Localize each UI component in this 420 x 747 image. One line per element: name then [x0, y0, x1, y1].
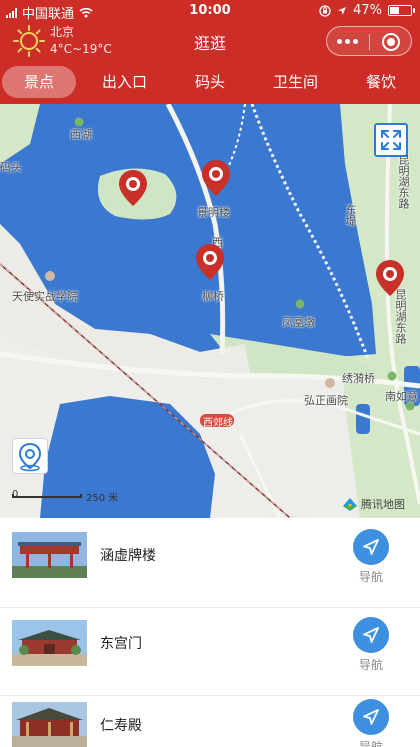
navigation-arrow-icon: [363, 539, 379, 555]
battery-percent: 47%: [353, 3, 382, 18]
map-label-hongzheng: 弘正画院: [304, 394, 348, 407]
navigate-label[interactable]: 导航: [351, 738, 391, 747]
map-label-liuqiao: 柳桥: [202, 290, 224, 303]
scale-bar: [12, 494, 82, 498]
navigation-arrow-icon: [363, 627, 379, 643]
tab-canyin[interactable]: 餐饮: [344, 66, 418, 98]
list-item[interactable]: 东宫门 导航: [0, 606, 420, 696]
list-item[interactable]: 仁寿殿 导航: [0, 688, 420, 747]
map-label-jingminglou: 景明楼: [197, 206, 230, 219]
map-label-matou: 码头: [0, 161, 22, 174]
capsule-divider: [369, 34, 370, 50]
status-right: 47%: [319, 3, 415, 18]
navigate-button[interactable]: [353, 617, 389, 653]
close-ring-icon[interactable]: [382, 33, 400, 51]
map-label-xijiaoxian: 西郊线: [203, 418, 233, 429]
navigate-label[interactable]: 导航: [351, 568, 391, 585]
locate-icon[interactable]: [12, 438, 48, 474]
spot-list: 涵虚牌楼 导航 东宫门 导航 仁寿殿 导航: [0, 518, 420, 747]
map-marker-2[interactable]: [202, 160, 230, 196]
scale-value: 250 米: [86, 493, 119, 504]
map-label-kunming-road-2: 昆明湖东路: [394, 289, 407, 344]
map-provider-name: 腾讯地图: [361, 498, 405, 511]
status-bar: 中国联通 10:00 47%: [0, 0, 420, 22]
map-label-xiuyiqiao: 绣漪桥: [342, 372, 375, 385]
spot-name: 涵虚牌楼: [100, 548, 156, 564]
map-marker-1[interactable]: [119, 170, 147, 206]
spot-name: 仁寿殿: [100, 718, 142, 734]
spot-thumbnail: [12, 620, 87, 666]
tencent-map-logo-icon: [343, 498, 357, 511]
list-item[interactable]: 涵虚牌楼 导航: [0, 518, 420, 608]
spot-name: 东宫门: [100, 636, 142, 652]
map-label-fenghuangdun: 凤凰墩: [282, 316, 315, 329]
map-label-nanruyi: 南如意: [385, 390, 418, 403]
category-tabs: 景点 出入口 码头 卫生间 餐饮: [0, 64, 420, 100]
map-label-xihu: 西湖: [70, 128, 92, 141]
map-marker-3[interactable]: [196, 244, 224, 280]
map-marker-4[interactable]: [376, 260, 404, 296]
spot-thumbnail: [12, 702, 87, 747]
app-header: 中国联通 10:00 47% 北京 4°C~19°C 逛逛 景点 出入口 码头 …: [0, 0, 420, 104]
map-label-dongdi: 东堤: [344, 204, 357, 226]
tab-jingdian[interactable]: 景点: [1, 66, 76, 98]
navigation-arrow-icon: [363, 709, 379, 725]
map-provider: 腾讯地图: [342, 496, 405, 512]
fullscreen-icon[interactable]: [374, 123, 408, 157]
more-dots-icon[interactable]: [337, 39, 358, 44]
tab-matou[interactable]: 码头: [173, 66, 247, 98]
spot-thumbnail: [12, 532, 87, 578]
navigate-button[interactable]: [353, 529, 389, 565]
orientation-lock-icon: [319, 4, 331, 17]
map-label-kunming-road: 昆明湖东路: [397, 154, 410, 209]
miniprogram-capsule: [326, 26, 412, 56]
location-arrow-icon: [338, 6, 347, 15]
map-view[interactable]: 西湖 码头 景明楼 西 柳桥 天使实战学院 凤凰墩 绣漪桥 南如意 弘正画院 西…: [0, 104, 420, 518]
battery-icon: [388, 5, 415, 16]
tab-churukou[interactable]: 出入口: [80, 66, 169, 98]
navigate-label[interactable]: 导航: [351, 656, 391, 673]
navigate-button[interactable]: [353, 699, 389, 735]
map-label-tianshi: 天使实战学院: [12, 290, 78, 303]
tab-weishengjian[interactable]: 卫生间: [251, 66, 340, 98]
